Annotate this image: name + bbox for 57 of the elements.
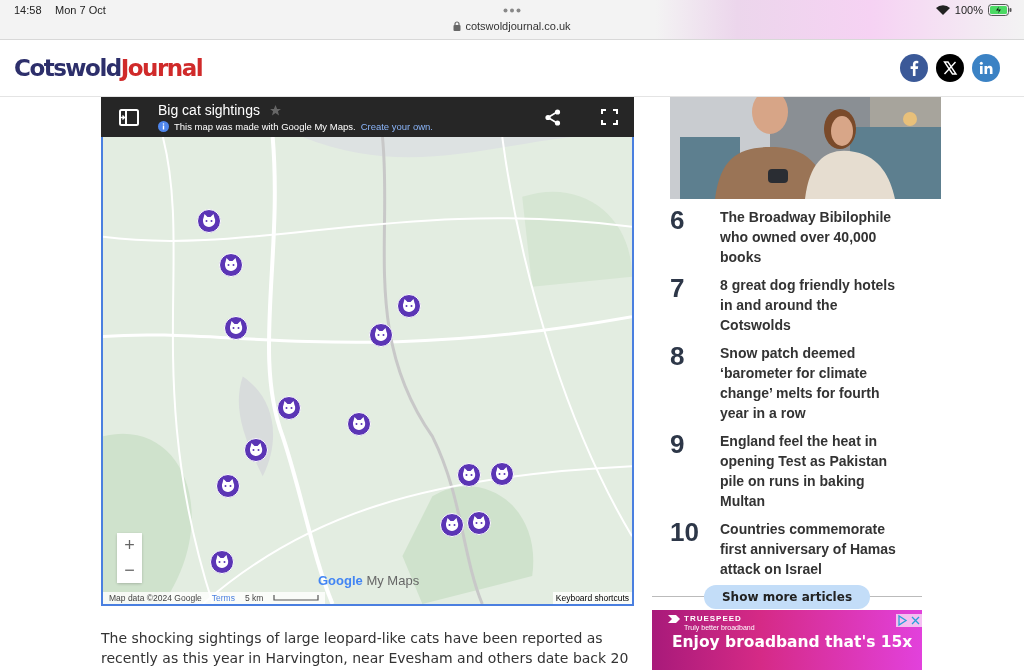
cat-marker-icon[interactable]	[467, 511, 491, 535]
facebook-icon[interactable]	[900, 54, 928, 82]
article-rank: 10	[670, 519, 700, 549]
brand-logo-icon	[668, 614, 680, 623]
battery-percent: 100%	[954, 4, 983, 16]
article-link[interactable]: The Broadway Bibilophile who owned over 40,000 books	[720, 207, 902, 267]
more-icon[interactable]	[503, 8, 521, 13]
zoom-out-button[interactable]: −	[117, 558, 142, 583]
sidebar-toggle-icon[interactable]	[119, 108, 139, 126]
site-logo[interactable]: CotswoldJournal	[14, 55, 203, 81]
article-rank: 6	[670, 207, 686, 237]
cat-marker-icon[interactable]	[244, 438, 268, 462]
cat-marker-icon[interactable]	[397, 294, 421, 318]
share-icon[interactable]	[545, 108, 561, 126]
cat-marker-icon[interactable]	[440, 513, 464, 537]
article-rank: 9	[670, 431, 686, 461]
cat-marker-icon[interactable]	[224, 316, 248, 340]
cat-marker-icon[interactable]	[347, 412, 371, 436]
article-link[interactable]: England feel the heat in opening Test as Pakistan pile on runs in baking Multan	[720, 431, 902, 511]
zoom-in-button[interactable]: +	[117, 533, 142, 558]
lock-icon	[453, 21, 462, 31]
fullscreen-icon[interactable]	[601, 109, 618, 125]
article-rank: 8	[670, 343, 686, 373]
article-link[interactable]: Snow patch deemed ‘barometer for climate change’ melts for fourth year in a row	[720, 343, 902, 423]
create-link[interactable]: Create your own.	[360, 121, 433, 132]
info-icon	[158, 121, 169, 132]
google-logo: Google My Maps	[318, 573, 420, 588]
cat-marker-icon[interactable]	[277, 396, 301, 420]
cat-marker-icon[interactable]	[490, 462, 514, 486]
scale-label: 5 km	[244, 593, 264, 603]
cat-marker-icon[interactable]	[216, 474, 240, 498]
scale-bar-icon	[273, 595, 320, 601]
ad-headline: Enjoy broadband that's 15x	[672, 633, 914, 651]
star-icon[interactable]	[268, 103, 282, 117]
status-time: 14:58	[14, 4, 42, 16]
article-paragraph: The shocking sightings of large leopard-like cats have been reported as recently as this year in Harvington, near Evesham and others date back 20	[101, 629, 630, 668]
brand-name: TRUESPEED	[684, 614, 742, 623]
map-title: Big cat sightings	[158, 102, 260, 118]
keyboard-shortcuts-link[interactable]: Keyboard shortcuts	[552, 592, 632, 604]
cat-marker-icon[interactable]	[197, 209, 221, 233]
wifi-icon	[935, 5, 950, 15]
map-notice: This map was made with Google My Maps.	[174, 121, 356, 132]
map-attribution: Map data ©2024 Google	[109, 593, 202, 603]
status-date: Mon 7 Oct	[55, 4, 106, 16]
cat-marker-icon[interactable]	[219, 253, 243, 277]
show-more-button[interactable]: Show more articles	[703, 585, 871, 609]
x-icon[interactable]	[936, 54, 964, 82]
cat-marker-icon[interactable]	[210, 550, 234, 574]
linkedin-icon[interactable]	[972, 54, 1000, 82]
cat-marker-icon[interactable]	[457, 463, 481, 487]
terms-link[interactable]: Terms	[211, 593, 235, 603]
article-link[interactable]: Countries commemorate first anniversary of Hamas attack on Israel	[720, 519, 902, 579]
article-rank: 7	[670, 275, 686, 305]
cat-marker-icon[interactable]	[369, 323, 393, 347]
article-link[interactable]: 8 great dog friendly hotels in and around the Cotswolds	[720, 275, 902, 335]
battery-icon	[988, 4, 1012, 16]
url-text[interactable]: cotswoldjournal.co.uk	[465, 20, 571, 32]
